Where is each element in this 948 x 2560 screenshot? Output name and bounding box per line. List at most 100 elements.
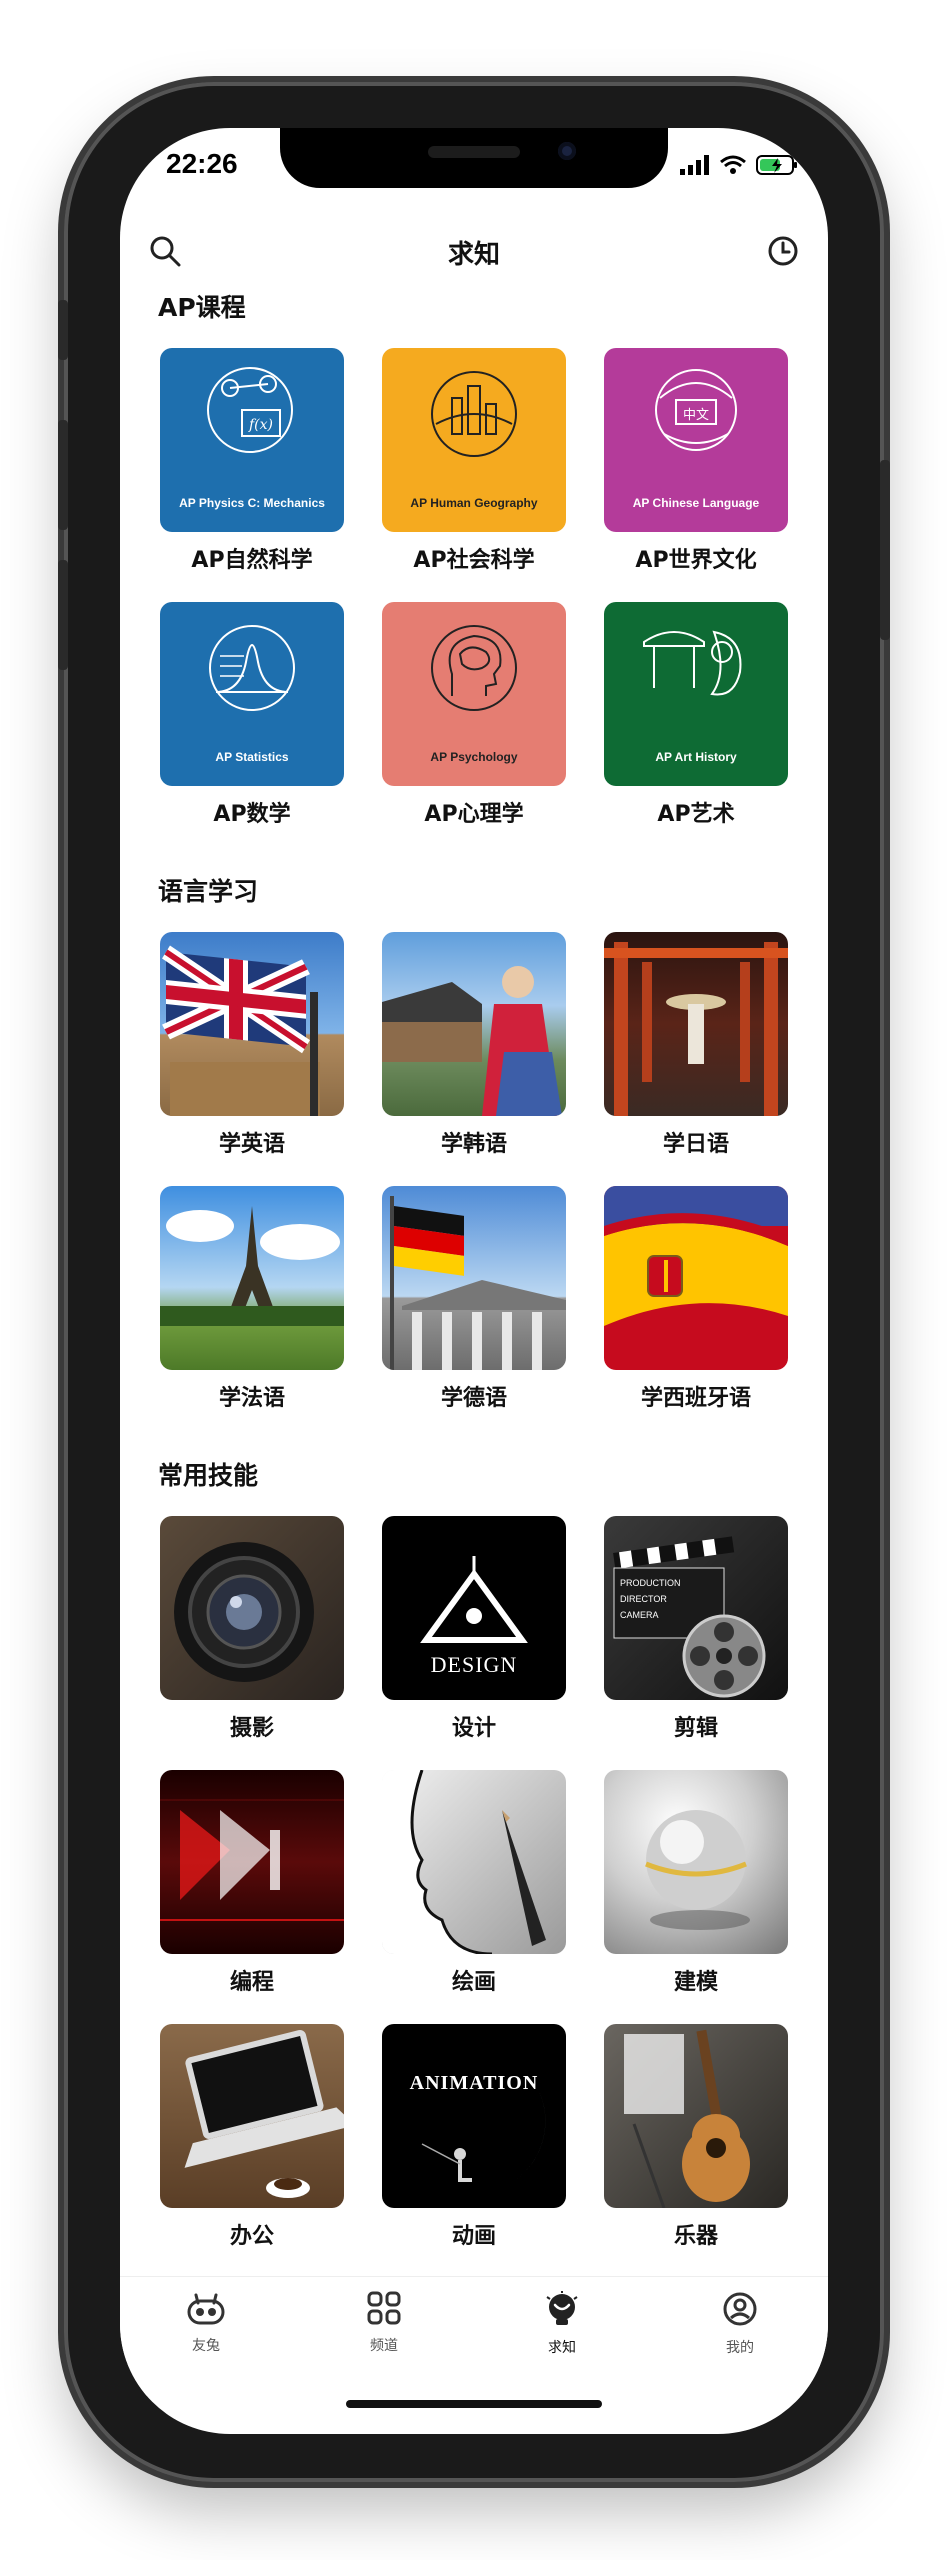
tile-badge: AP Chinese Language xyxy=(632,496,760,510)
tile-instruments[interactable] xyxy=(604,2024,788,2208)
section-title-language: 语言学习 xyxy=(158,877,259,906)
tile-label: 设计 xyxy=(451,1716,496,1741)
sphere-model-image xyxy=(645,1810,750,1930)
tile-ap-art[interactable]: AP Art History xyxy=(604,602,788,786)
german-flag-image xyxy=(390,1196,566,1370)
tile-label: 乐器 xyxy=(673,2224,718,2249)
torii-image xyxy=(604,942,788,1116)
tile-office[interactable] xyxy=(160,2024,344,2208)
svg-text:f(x): f(x) xyxy=(248,417,273,433)
svg-text:PRODUCTION: PRODUCTION xyxy=(620,1578,681,1588)
tile-photography[interactable] xyxy=(160,1516,344,1700)
tile-badge: AP Physics C: Mechanics xyxy=(179,496,325,510)
laptop-image xyxy=(184,2029,344,2198)
camera-lens-image xyxy=(174,1542,314,1682)
tile-ap-science[interactable]: f(x) AP Physics C: Mechanics xyxy=(160,348,344,532)
eiffel-tower-image xyxy=(160,1206,344,1326)
globe-city-icon xyxy=(431,371,517,457)
moon-fisher-image xyxy=(421,2054,546,2195)
tab-friends[interactable]: 友兔 xyxy=(146,2291,266,2355)
spain-flag-image xyxy=(604,1186,788,1326)
svg-text:DIRECTOR: DIRECTOR xyxy=(620,1594,667,1604)
tile-ap-math[interactable]: AP Statistics xyxy=(160,602,344,786)
signal-icon xyxy=(680,155,709,175)
tile-label: AP心理学 xyxy=(424,802,524,827)
tile-ap-social[interactable]: AP Human Geography xyxy=(382,348,566,532)
tab-learn[interactable]: 求知 xyxy=(502,2291,622,2357)
rabbit-icon xyxy=(187,2293,225,2325)
tile-drawing[interactable] xyxy=(382,1770,566,1954)
tile-label: 学日语 xyxy=(662,1132,729,1157)
section-title-ap: AP课程 xyxy=(158,293,246,322)
section-title-skills: 常用技能 xyxy=(158,1461,259,1490)
svg-text:CAMERA: CAMERA xyxy=(620,1610,659,1620)
clock-icon xyxy=(768,236,798,266)
tab-label: 求知 xyxy=(548,2340,576,2356)
tile-glyph: 中文 xyxy=(682,408,709,423)
bell-curve-icon xyxy=(209,625,295,711)
tile-design[interactable]: DESIGN xyxy=(382,1516,566,1700)
tile-label: AP数学 xyxy=(213,802,291,827)
status-icons xyxy=(680,154,798,176)
bulb-icon xyxy=(546,2291,578,2325)
tile-label: AP社会科学 xyxy=(413,548,535,573)
tile-label: 摄影 xyxy=(229,1716,274,1741)
tab-profile[interactable]: 我的 xyxy=(680,2291,800,2357)
tile-spanish[interactable] xyxy=(604,1186,788,1370)
art-history-icon xyxy=(643,630,742,696)
grid-icon xyxy=(367,2291,401,2325)
tile-ap-world-culture[interactable]: 中文 AP Chinese Language xyxy=(604,348,788,532)
tile-badge: AP Human Geography xyxy=(410,496,538,510)
tile-badge: AP Statistics xyxy=(215,750,289,764)
tile-korean[interactable] xyxy=(382,932,566,1116)
side-button xyxy=(58,300,68,360)
tile-label: 学英语 xyxy=(218,1132,285,1157)
animation-caption: ANIMATION xyxy=(409,2072,539,2094)
tab-label: 友兔 xyxy=(192,2338,220,2354)
sketch-face-image xyxy=(382,1770,546,1954)
clapperboard-image: PRODUCTION DIRECTOR CAMERA xyxy=(613,1536,766,1698)
physics-icon: f(x) xyxy=(207,367,293,453)
tile-modeling[interactable] xyxy=(604,1770,788,1954)
speaker xyxy=(428,146,520,158)
tile-label: 学德语 xyxy=(440,1386,507,1411)
top-nav: 求知 xyxy=(120,228,828,278)
korea-image xyxy=(382,966,562,1116)
guitar-image xyxy=(624,2029,750,2208)
tile-programming[interactable] xyxy=(160,1770,344,1954)
tile-ap-psychology[interactable]: AP Psychology xyxy=(382,602,566,786)
tile-german[interactable] xyxy=(382,1186,566,1370)
tab-label: 频道 xyxy=(370,2338,398,2354)
uk-flag-image xyxy=(162,945,320,1116)
history-button[interactable] xyxy=(766,234,800,272)
tile-japanese[interactable] xyxy=(604,932,788,1116)
status-time: 22:26 xyxy=(166,148,238,179)
front-camera xyxy=(558,142,576,160)
volume-down-button xyxy=(58,560,68,670)
tile-english[interactable] xyxy=(160,932,344,1116)
tile-badge: AP Psychology xyxy=(430,750,518,764)
battery-icon xyxy=(756,155,797,175)
tile-french[interactable] xyxy=(160,1186,344,1370)
tile-label: 学西班牙语 xyxy=(640,1386,751,1411)
notch xyxy=(280,128,668,188)
home-indicator[interactable] xyxy=(346,2400,602,2408)
wifi-icon xyxy=(720,155,746,174)
code-art-image xyxy=(160,1799,344,1921)
tile-badge: AP Art History xyxy=(655,750,737,764)
tile-label: 建模 xyxy=(673,1970,718,1995)
tile-label: AP自然科学 xyxy=(191,548,313,573)
brain-icon xyxy=(431,625,517,711)
tile-label: 动画 xyxy=(451,2224,496,2249)
tab-channels[interactable]: 频道 xyxy=(324,2291,444,2355)
tile-label: 剪辑 xyxy=(673,1716,718,1741)
tile-label: 学法语 xyxy=(218,1386,285,1411)
tile-animation[interactable]: ANIMATION xyxy=(382,2024,566,2208)
phone-screen: 22:26 求知 AP课程 f(x) AP Physics C: Mechani… xyxy=(120,128,828,2434)
page-title: 求知 xyxy=(447,240,500,270)
tile-label: 编程 xyxy=(229,1970,274,1995)
tile-label: 办公 xyxy=(229,2224,274,2249)
tile-editing[interactable]: PRODUCTION DIRECTOR CAMERA xyxy=(604,1516,788,1700)
tile-label: 绘画 xyxy=(451,1970,496,1995)
tile-label: AP世界文化 xyxy=(635,548,757,573)
